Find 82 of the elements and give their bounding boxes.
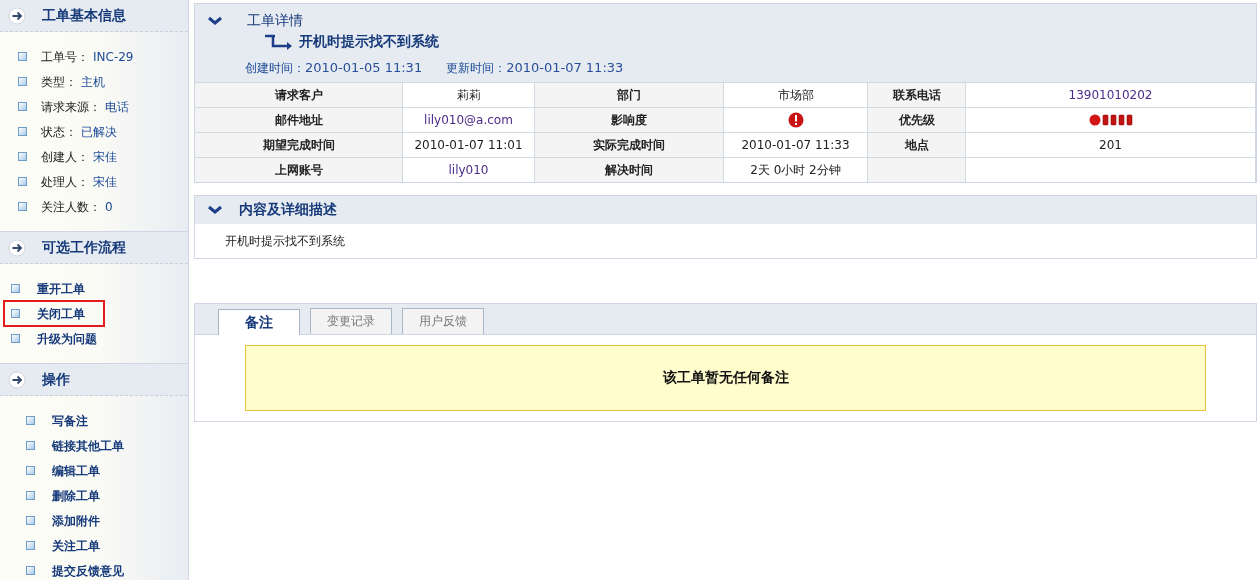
updated-time: 更新时间：2010-01-07 11:33: [446, 59, 624, 77]
section-title: 操作: [42, 370, 70, 389]
chevron-down-icon: [207, 204, 223, 215]
field-value: 市场部: [777, 86, 814, 104]
bullet-icon: [26, 566, 35, 575]
bullet-icon: [18, 177, 27, 186]
action-link[interactable]: 添加附件: [18, 507, 120, 534]
info-value: 主机: [81, 73, 105, 91]
label-cell: 期望完成时间: [195, 131, 403, 157]
priority-indicator-icon: [1088, 113, 1133, 126]
tab[interactable]: 变更记录: [310, 307, 392, 334]
info-label: 工单号：: [41, 48, 89, 66]
bullet-icon: [18, 52, 27, 61]
section-title: 可选工作流程: [42, 238, 126, 257]
action-link[interactable]: 关注工单: [18, 532, 120, 559]
bullet-icon: [26, 441, 35, 450]
action-link[interactable]: 链接其他工单: [18, 432, 144, 459]
info-label: 状态：: [41, 123, 77, 141]
bullet-icon: [18, 152, 27, 161]
ticket-subject: 开机时提示找不到系统: [299, 32, 439, 51]
bullet-icon: [18, 202, 27, 211]
field-value: 2010-01-07 11:01: [414, 136, 523, 154]
arrow-right-icon: [8, 238, 26, 257]
bullet-icon: [11, 309, 20, 318]
panel-title: 内容及详细描述: [239, 200, 337, 219]
field-value: 2010-01-07 11:33: [741, 136, 850, 154]
info-value: INC-29: [93, 48, 134, 66]
bullet-icon: [18, 102, 27, 111]
action-link[interactable]: 重开工单: [3, 275, 105, 302]
info-value: 宋佳: [93, 148, 117, 166]
label-cell: 解决时间: [535, 156, 724, 182]
label-cell: 影响度: [535, 106, 724, 132]
field-value: 2天 0小时 2分钟: [750, 161, 841, 179]
bullet-icon: [26, 416, 35, 425]
label-cell: 地点: [868, 131, 966, 157]
action-link[interactable]: 编辑工单: [18, 457, 120, 484]
field-value: lily010: [448, 161, 489, 179]
action-link[interactable]: 升级为问题: [3, 325, 117, 352]
field-value: 201: [1099, 136, 1122, 154]
bullet-icon: [26, 466, 35, 475]
bullet-icon: [11, 284, 20, 293]
action-link[interactable]: 提交反馈意见: [18, 557, 144, 580]
bullet-icon: [26, 491, 35, 500]
field-value: 13901010202: [1068, 86, 1153, 104]
label-cell: 请求客户: [195, 81, 403, 107]
bullet-icon: [18, 127, 27, 136]
empty-notes-message: 该工单暂无任何备注: [245, 344, 1206, 411]
tab[interactable]: 用户反馈: [402, 307, 484, 334]
action-link[interactable]: 删除工单: [18, 482, 120, 509]
label-cell: 上网账号: [195, 156, 403, 182]
info-value: 已解决: [81, 123, 117, 141]
info-label: 类型：: [41, 73, 77, 91]
arrow-right-icon: [8, 6, 26, 25]
label-cell: 实际完成时间: [535, 131, 724, 157]
field-value: lily010@a.com: [424, 111, 513, 129]
label-cell: 联系电话: [868, 81, 966, 107]
chevron-down-icon: [207, 15, 223, 26]
action-link[interactable]: 写备注: [18, 407, 108, 434]
panel-title: 工单详情: [247, 11, 303, 30]
info-label: 请求来源：: [41, 98, 101, 116]
info-value: 电话: [105, 98, 129, 116]
info-value: 宋佳: [93, 173, 117, 191]
bullet-icon: [18, 77, 27, 86]
arrow-right-icon: [8, 370, 26, 389]
bullet-icon: [26, 516, 35, 525]
label-cell: 部门: [535, 81, 724, 107]
created-time: 创建时间：2010-01-05 11:31: [245, 59, 423, 77]
info-label: 创建人：: [41, 148, 89, 166]
description-text: 开机时提示找不到系统: [224, 232, 346, 250]
tab[interactable]: 备注: [218, 308, 300, 335]
bullet-icon: [11, 334, 20, 343]
label-cell: 优先级: [868, 106, 966, 132]
label-cell: 邮件地址: [195, 106, 403, 132]
section-title: 工单基本信息: [42, 6, 126, 25]
warning-icon: [787, 111, 804, 128]
info-value: 0: [105, 198, 113, 216]
return-arrow-icon: [265, 33, 293, 50]
bullet-icon: [26, 541, 35, 550]
field-value: 莉莉: [456, 86, 481, 104]
info-label: 关注人数：: [41, 198, 101, 216]
action-link[interactable]: 关闭工单: [3, 300, 105, 327]
info-label: 处理人：: [41, 173, 89, 191]
